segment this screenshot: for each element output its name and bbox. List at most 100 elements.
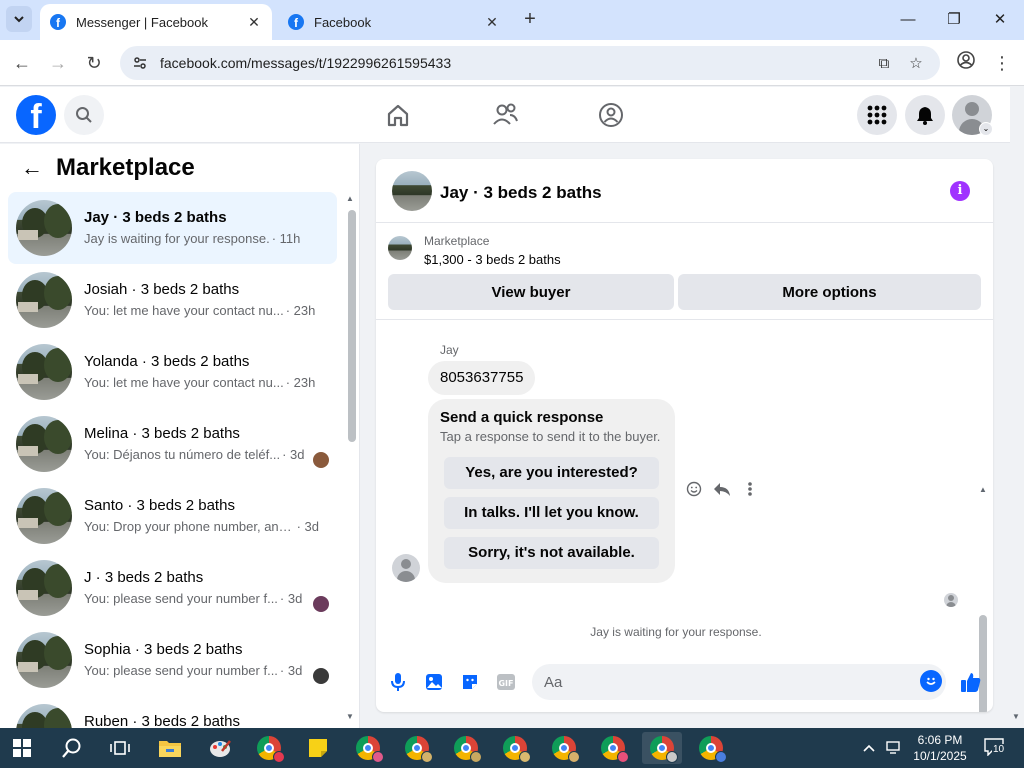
conversation-item[interactable]: Josiah · 3 beds 2 baths You: let me have … — [8, 264, 337, 336]
conversation-item[interactable]: Sophia · 3 beds 2 baths You: please send … — [8, 624, 337, 696]
emoji-icon[interactable] — [920, 670, 942, 692]
tab-messenger[interactable]: f Messenger | Facebook ✕ — [40, 4, 272, 40]
info-icon[interactable]: i — [950, 181, 970, 201]
facebook-logo-icon[interactable]: f — [16, 95, 56, 135]
close-window-button[interactable]: ✕ — [978, 6, 1022, 34]
clock-time: 6:06 PM — [917, 733, 963, 747]
microphone-icon[interactable] — [386, 670, 410, 694]
facebook-favicon-icon: f — [50, 14, 66, 30]
windows-start-icon[interactable] — [2, 732, 42, 764]
sticky-notes-icon[interactable] — [298, 732, 338, 764]
bell-icon — [917, 107, 933, 125]
new-tab-button[interactable]: + — [518, 8, 542, 32]
forward-button[interactable]: → — [44, 49, 72, 77]
listing-thumbnail — [16, 200, 72, 256]
scroll-up-arrow[interactable]: ▲ — [346, 194, 354, 203]
react-smiley-icon[interactable] — [684, 479, 704, 499]
close-icon[interactable]: ✕ — [246, 14, 262, 31]
conversation-item[interactable]: Jay · 3 beds 2 baths Jay is waiting for y… — [8, 192, 337, 264]
page-scroll-down-arrow[interactable]: ▼ — [1012, 712, 1020, 721]
chevron-down-icon[interactable]: ⌄ — [979, 122, 993, 136]
system-clock[interactable]: 6:06 PM 10/1/2025 — [908, 732, 972, 764]
browser-menu-icon[interactable]: ⋮ — [988, 49, 1016, 77]
quick-response-yes-button[interactable]: Yes, are you interested? — [444, 457, 659, 489]
back-arrow-icon[interactable]: ← — [20, 155, 44, 181]
bookmark-star-icon[interactable]: ☆ — [904, 54, 928, 72]
tab-search-button[interactable] — [6, 6, 32, 32]
chrome-profile-icon[interactable] — [691, 732, 731, 764]
menu-button[interactable] — [857, 95, 897, 135]
sender-avatar[interactable] — [392, 554, 420, 582]
chrome-profile-icon[interactable] — [397, 732, 437, 764]
gif-icon[interactable]: GIF — [494, 670, 518, 694]
photo-icon[interactable] — [422, 670, 446, 694]
site-info-icon[interactable] — [132, 55, 148, 71]
conversation-title: Yolanda · 3 beds 2 baths — [84, 353, 250, 370]
view-buyer-button[interactable]: View buyer — [388, 274, 674, 310]
quick-response-not-available-button[interactable]: Sorry, it's not available. — [444, 537, 659, 569]
conversation-title: Sophia · 3 beds 2 baths — [84, 641, 243, 658]
scroll-up-arrow[interactable]: ▲ — [979, 485, 987, 494]
friends-nav-button[interactable] — [485, 95, 525, 135]
chrome-profile-icon[interactable] — [544, 732, 584, 764]
scroll-down-arrow[interactable]: ▼ — [346, 712, 354, 721]
conversation-preview: You: let me have your contact nu... — [84, 375, 284, 390]
paint-app-icon[interactable] — [200, 732, 240, 764]
quick-response-in-talks-button[interactable]: In talks. I'll let you know. — [444, 497, 659, 529]
close-icon[interactable]: ✕ — [484, 14, 500, 31]
more-options-button[interactable]: More options — [678, 274, 981, 310]
search-icon[interactable] — [52, 732, 92, 764]
profile-icon[interactable] — [952, 49, 980, 77]
groups-nav-button[interactable] — [591, 95, 631, 135]
file-explorer-icon[interactable] — [150, 732, 190, 764]
browser-tab-bar: f Messenger | Facebook ✕ f Facebook ✕ + … — [0, 0, 1024, 40]
conversation-preview-line: You: Déjanos tu número de teléf... · 3d — [84, 447, 319, 462]
conversation-item[interactable]: Melina · 3 beds 2 baths You: Déjanos tu n… — [8, 408, 337, 480]
conversation-item[interactable]: Santo · 3 beds 2 baths You: Drop your pho… — [8, 480, 337, 552]
chrome-profile-icon-active[interactable] — [642, 732, 682, 764]
conversation-item[interactable]: Ruben · 3 beds 2 baths — [8, 696, 337, 728]
grid-menu-icon — [867, 105, 887, 125]
scrollbar-thumb[interactable] — [348, 210, 356, 442]
conversation-preview-line: You: let me have your contact nu... · 23h — [84, 375, 319, 390]
conversation-title: Josiah · 3 beds 2 baths — [84, 281, 240, 298]
chrome-profile-icon[interactable] — [495, 732, 535, 764]
quick-response-subtitle: Tap a response to send it to the buyer. — [440, 429, 661, 444]
chrome-profile-icon[interactable] — [249, 732, 289, 764]
chrome-profile-icon[interactable] — [593, 732, 633, 764]
chrome-profile-icon[interactable] — [348, 732, 388, 764]
conversation-item[interactable]: J · 3 beds 2 baths You: please send your … — [8, 552, 337, 624]
address-bar[interactable]: facebook.com/messages/t/1922996261595433… — [120, 46, 940, 80]
search-icon — [76, 107, 92, 123]
notifications-button[interactable] — [905, 95, 945, 135]
tab-facebook[interactable]: f Facebook ✕ — [278, 4, 510, 40]
thumbs-up-icon[interactable] — [959, 670, 983, 694]
home-nav-button[interactable] — [378, 95, 418, 135]
install-app-icon[interactable]: ⧉ — [872, 55, 896, 72]
listing-thumbnail[interactable] — [392, 171, 432, 211]
conversation-item[interactable]: Yolanda · 3 beds 2 baths You: let me have… — [8, 336, 337, 408]
search-button[interactable] — [64, 95, 104, 135]
friends-icon — [493, 103, 518, 125]
more-dots-icon[interactable] — [740, 479, 760, 499]
message-bubble[interactable]: 8053637755 — [428, 361, 536, 395]
listing-source: Marketplace — [424, 234, 490, 248]
restore-button[interactable]: ❐ — [932, 6, 976, 34]
quick-response-card: Send a quick response Tap a response to … — [428, 399, 675, 583]
chat-title[interactable]: Jay · 3 beds 2 baths — [440, 183, 602, 203]
message-input[interactable]: Aa — [532, 664, 946, 700]
reload-button[interactable]: ↻ — [80, 49, 108, 77]
conversation-time: · 3d — [282, 447, 305, 462]
network-icon[interactable] — [886, 728, 902, 768]
chrome-profile-icon[interactable] — [446, 732, 486, 764]
notification-center-icon[interactable]: 10 — [984, 738, 1006, 758]
show-hidden-icons-chevron[interactable] — [862, 728, 876, 768]
back-button[interactable]: ← — [8, 49, 36, 77]
sticker-icon[interactable] — [458, 670, 482, 694]
groups-icon — [599, 103, 623, 127]
reply-icon[interactable] — [712, 479, 732, 499]
listing-thumbnail — [16, 704, 72, 728]
task-view-icon[interactable] — [100, 732, 140, 764]
conversation-time: · 3d — [279, 663, 303, 678]
minimize-button[interactable]: — — [886, 6, 930, 34]
